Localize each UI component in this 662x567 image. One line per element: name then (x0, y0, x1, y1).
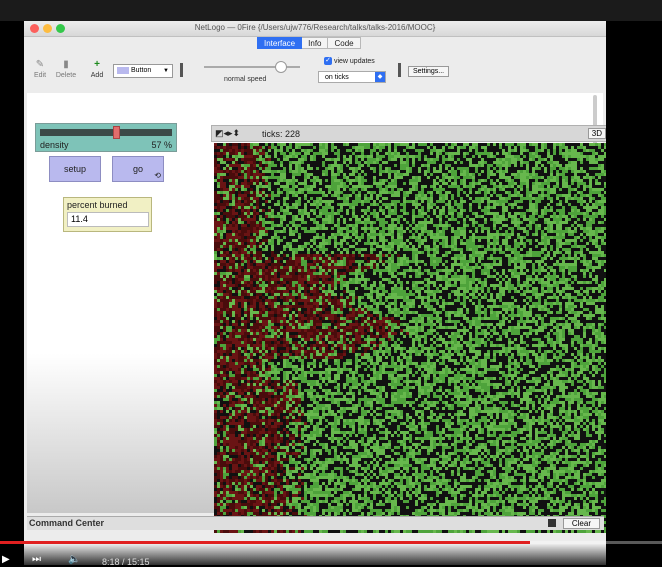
density-track[interactable] (40, 129, 172, 136)
delete-label: Delete (55, 72, 77, 79)
popout-icon[interactable] (548, 519, 556, 527)
command-center-bar: Command Center Clear (27, 516, 604, 530)
density-label: density (40, 140, 69, 150)
monitor-value: 11.4 (67, 212, 149, 227)
widget-type-select[interactable]: Button ▼ (113, 64, 173, 78)
netlogo-window: NetLogo — 0Fire {/Users/ujw776/Research/… (24, 21, 606, 565)
ticks-counter: ticks: 228 (262, 129, 301, 139)
toolbar-separator (398, 63, 401, 77)
world-view: ◩◂▸⬍ ticks: 228 3D (211, 125, 606, 533)
add-label: Add (90, 72, 104, 79)
window-title: NetLogo — 0Fire {/Users/ujw776/Research/… (194, 23, 436, 32)
view-control-bar: ◩◂▸⬍ ticks: 228 3D (211, 125, 606, 142)
speed-label: normal speed (224, 76, 267, 83)
view-updates-label: view updates (333, 57, 375, 65)
edit-button[interactable]: ✎ Edit (28, 59, 52, 79)
toolbar-separator (180, 63, 183, 77)
next-icon[interactable]: ⏭ (32, 554, 41, 565)
widget-type-label: Button (131, 67, 152, 74)
settings-button[interactable]: Settings... (408, 66, 450, 77)
setup-button[interactable]: setup (49, 156, 101, 182)
plus-icon: + (94, 59, 100, 70)
tab-interface[interactable]: Interface (257, 37, 303, 49)
forever-icon: ⟲ (154, 171, 161, 180)
title-bar: NetLogo — 0Fire {/Users/ujw776/Research/… (24, 21, 606, 37)
delete-button[interactable]: ▮ Delete (54, 59, 78, 79)
fire-patches-canvas[interactable] (214, 143, 606, 533)
go-label: go (132, 164, 143, 174)
add-button[interactable]: + Add (85, 59, 109, 79)
pencil-icon: ✎ (35, 59, 45, 70)
density-slider[interactable]: density 57 % (35, 123, 177, 152)
3d-button[interactable]: 3D (587, 128, 606, 139)
tab-code[interactable]: Code (328, 37, 361, 49)
clear-button[interactable]: Clear (562, 518, 600, 529)
trash-icon: ▮ (63, 59, 69, 70)
percent-burned-monitor: percent burned 11.4 (63, 197, 152, 232)
view-updates-toggle[interactable]: ✓ view updates (324, 57, 375, 65)
checkbox-icon[interactable]: ✓ (324, 57, 332, 65)
play-icon[interactable]: ▶ (2, 554, 10, 565)
chevron-down-icon: ▼ (163, 68, 169, 74)
tab-strip: Interface Info Code (257, 37, 361, 49)
video-controls: ▶ ⏭ 🔈 8:18 / 15:15 (0, 544, 662, 567)
command-center-title: Command Center (29, 518, 105, 528)
tab-info[interactable]: Info (302, 37, 329, 49)
speed-slider-knob[interactable] (275, 61, 287, 73)
edit-label: Edit (33, 72, 47, 79)
monitor-label: percent burned (67, 200, 128, 210)
density-value: 57 % (151, 140, 172, 150)
chevron-updown-icon: ◆ (375, 72, 385, 82)
go-button[interactable]: go ⟲ (112, 156, 164, 182)
video-top-bar (0, 0, 662, 21)
update-mode-select[interactable]: on ticks ◆ (318, 71, 386, 83)
update-mode-label: on ticks (325, 74, 349, 81)
volume-icon[interactable]: 🔈 (68, 554, 80, 565)
video-time: 8:18 / 15:15 (102, 557, 150, 567)
view-size-arrows-icon[interactable]: ◩◂▸⬍ (215, 128, 240, 139)
density-knob[interactable] (112, 126, 120, 139)
button-widget-icon (117, 66, 129, 74)
